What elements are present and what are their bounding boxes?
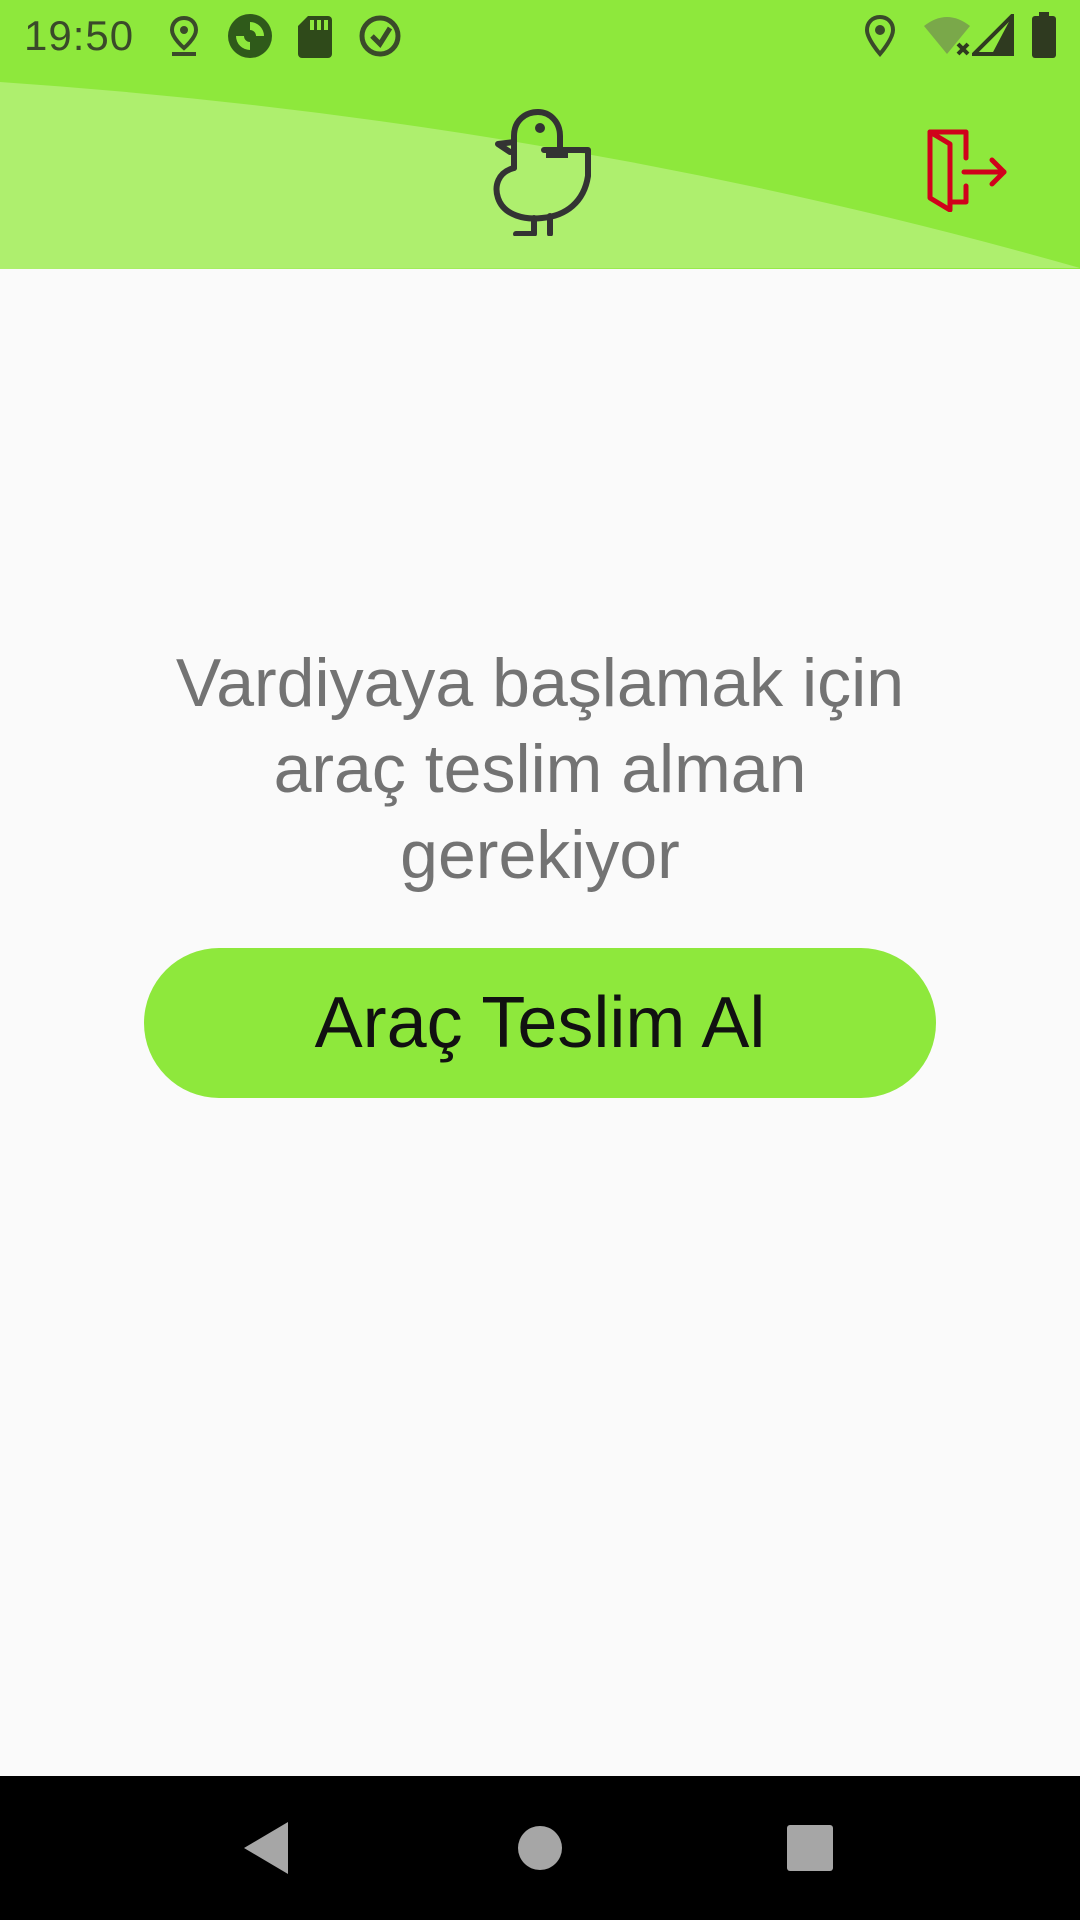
system-nav-bar [0, 1776, 1080, 1920]
header: 19:50 [0, 0, 1080, 269]
wifi-off-icon [924, 17, 970, 56]
duck-logo-icon [493, 109, 591, 236]
location-pin-icon [169, 15, 199, 56]
signal-icon [972, 14, 1014, 56]
logout-button[interactable] [920, 128, 1010, 212]
instruction-message: Vardiyaya başlamak için araç teslim alma… [175, 645, 905, 893]
app-screen: 19:50 Vardiyaya başlamak için araç tesli… [0, 0, 1080, 1920]
recents-square-icon[interactable] [774, 1812, 846, 1884]
home-circle-icon[interactable] [504, 1812, 576, 1884]
sync-app-icon [228, 14, 272, 58]
location-icon [864, 14, 896, 58]
qr-app-icon [359, 15, 401, 57]
back-triangle-icon[interactable] [232, 1812, 304, 1884]
receive-vehicle-button[interactable]: Araç Teslim Al [144, 948, 936, 1098]
status-time: 19:50 [24, 12, 135, 59]
sd-card-icon [298, 16, 332, 58]
battery-icon [1032, 12, 1056, 58]
status-bar: 19:50 [0, 0, 1080, 74]
